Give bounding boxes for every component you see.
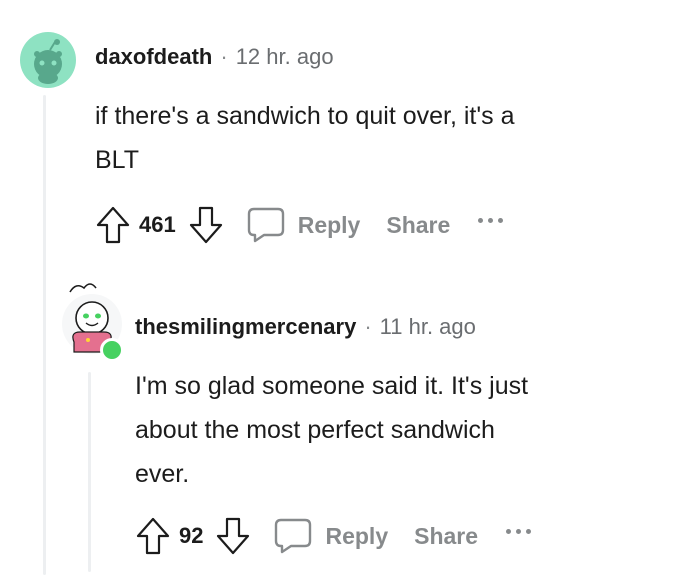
reply-button[interactable]: Reply	[273, 517, 388, 555]
upvote-button[interactable]	[95, 205, 131, 245]
upvote-arrow-icon	[96, 206, 130, 244]
username[interactable]: thesmilingmercenary	[135, 314, 356, 340]
reply-button[interactable]: Reply	[246, 206, 361, 244]
avatar-thesmilingmercenary[interactable]	[60, 280, 124, 362]
comment-body: I'm so glad someone said it. It's just a…	[135, 364, 528, 496]
downvote-button[interactable]	[215, 516, 251, 556]
comment-meta: daxofdeath · 12 hr. ago	[95, 44, 334, 70]
more-options-button[interactable]	[506, 528, 532, 534]
thread-line-2[interactable]	[88, 372, 91, 572]
share-button[interactable]: Share	[386, 212, 450, 239]
downvote-arrow-icon	[189, 206, 222, 244]
upvote-arrow-icon	[136, 517, 170, 555]
ellipsis-icon	[506, 528, 512, 534]
share-button[interactable]: Share	[414, 523, 478, 550]
comment-line: if there's a sandwich to quit over, it's…	[95, 102, 515, 130]
reply-label: Reply	[325, 522, 389, 549]
downvote-button[interactable]	[188, 205, 224, 245]
snoo-avatar-icon	[20, 32, 76, 88]
timestamp[interactable]: 12 hr. ago	[236, 44, 334, 70]
comment-body: if there's a sandwich to quit over, it's…	[95, 94, 514, 182]
avatar-daxofdeath[interactable]	[20, 32, 76, 88]
comment-meta: thesmilingmercenary · 11 hr. ago	[135, 314, 476, 340]
upvote-button[interactable]	[135, 516, 171, 556]
speech-bubble-icon	[275, 518, 312, 554]
more-options-button[interactable]	[478, 217, 504, 223]
vote-count: 461	[139, 212, 176, 237]
downvote-arrow-icon	[217, 517, 250, 555]
timestamp[interactable]: 11 hr. ago	[380, 314, 476, 340]
comment-actions: 461 Reply Share	[95, 205, 504, 245]
reply-label: Reply	[297, 211, 361, 238]
comment-line: BLT	[95, 146, 139, 174]
comment-line: I'm so glad someone said it. It's just	[135, 372, 529, 400]
speech-bubble-icon	[247, 207, 284, 243]
vote-count: 92	[179, 523, 204, 548]
meta-separator: ·	[364, 314, 372, 339]
meta-separator: ·	[220, 44, 228, 69]
comment-line: about the most perfect sandwich	[135, 416, 495, 444]
thread-line-1[interactable]	[43, 95, 46, 575]
ellipsis-icon	[478, 217, 484, 223]
comment-line: ever.	[135, 460, 190, 488]
online-status-dot	[100, 338, 124, 362]
username[interactable]: daxofdeath	[95, 44, 212, 70]
comment-actions: 92 Reply Share	[135, 516, 532, 556]
